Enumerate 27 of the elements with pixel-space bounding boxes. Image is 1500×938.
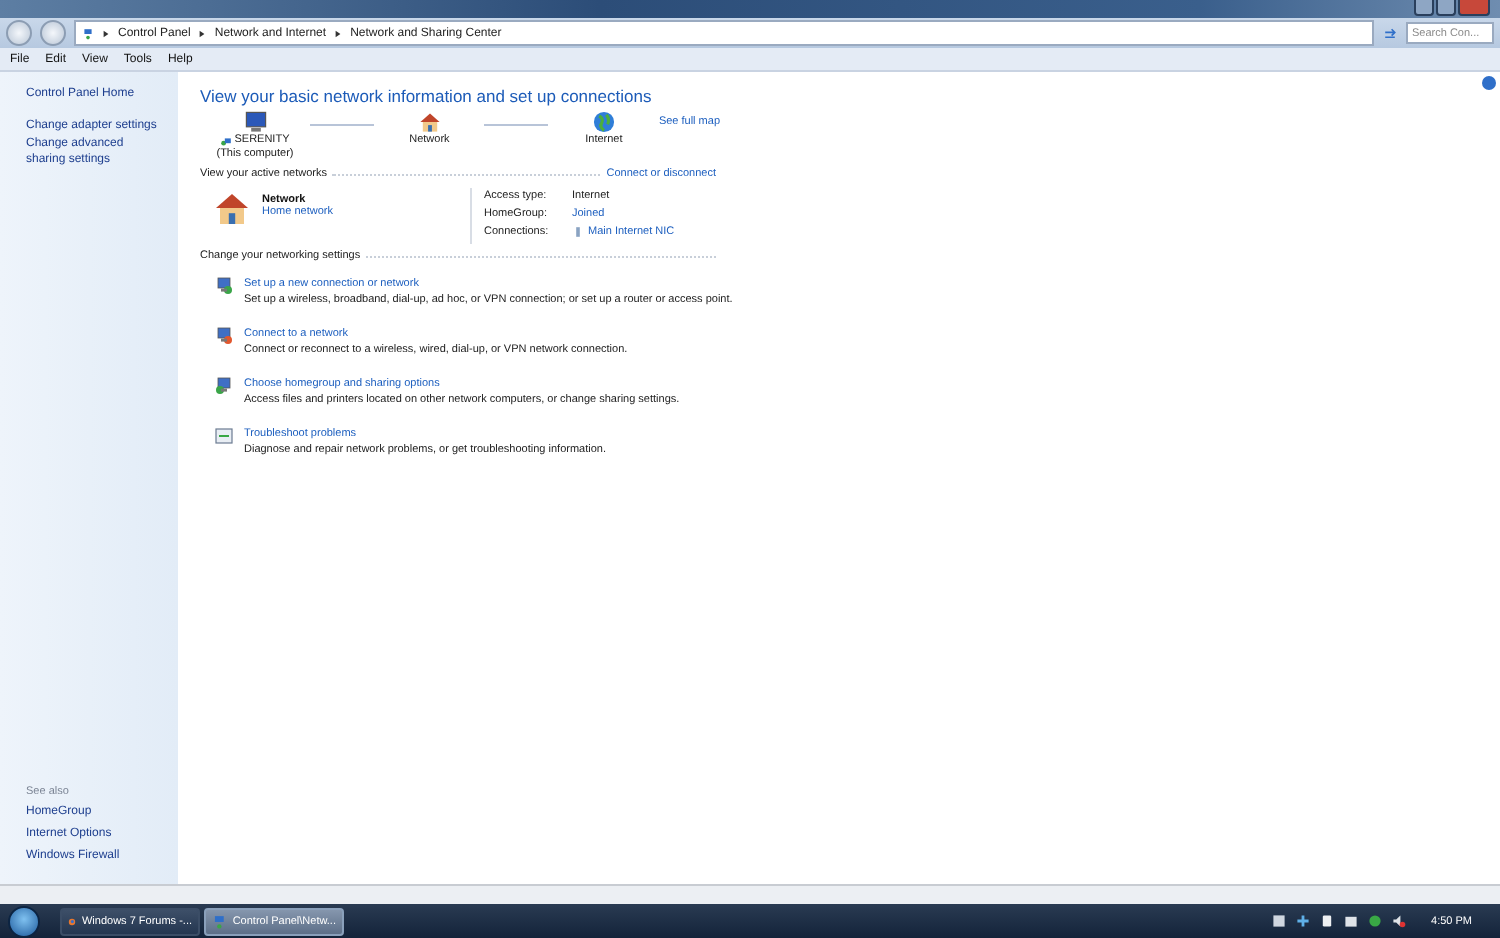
- forward-button[interactable]: [40, 20, 66, 46]
- browser-icon: [68, 913, 76, 929]
- breadcrumb-arrow-icon: [198, 29, 207, 37]
- house-icon: [417, 110, 442, 134]
- computer-icon: [243, 110, 267, 134]
- maximize-button[interactable]: [1436, 0, 1456, 16]
- house-icon: [212, 188, 252, 228]
- close-button[interactable]: [1458, 0, 1490, 16]
- refresh-icon: [1382, 25, 1398, 41]
- network-icon: [212, 913, 227, 929]
- speaker-icon: [1391, 914, 1406, 928]
- network-setup-icon: [214, 276, 234, 296]
- page-title: View your basic network information and set up connections: [200, 86, 654, 106]
- homegroup-icon: [214, 376, 234, 396]
- start-button[interactable]: [8, 905, 40, 937]
- network-icon: [220, 135, 233, 147]
- back-button[interactable]: [6, 20, 32, 46]
- tray-icon: [1271, 914, 1286, 928]
- help-icon[interactable]: [1482, 76, 1496, 90]
- tray-icon: [1295, 914, 1310, 928]
- minimize-button[interactable]: [1414, 0, 1434, 16]
- breadcrumb-arrow-icon: [102, 29, 110, 37]
- globe-icon: [591, 110, 616, 134]
- breadcrumb-arrow-icon: [334, 29, 343, 37]
- troubleshoot-icon: [214, 426, 234, 446]
- network-connect-icon: [214, 326, 234, 346]
- network-icon: [82, 27, 94, 39]
